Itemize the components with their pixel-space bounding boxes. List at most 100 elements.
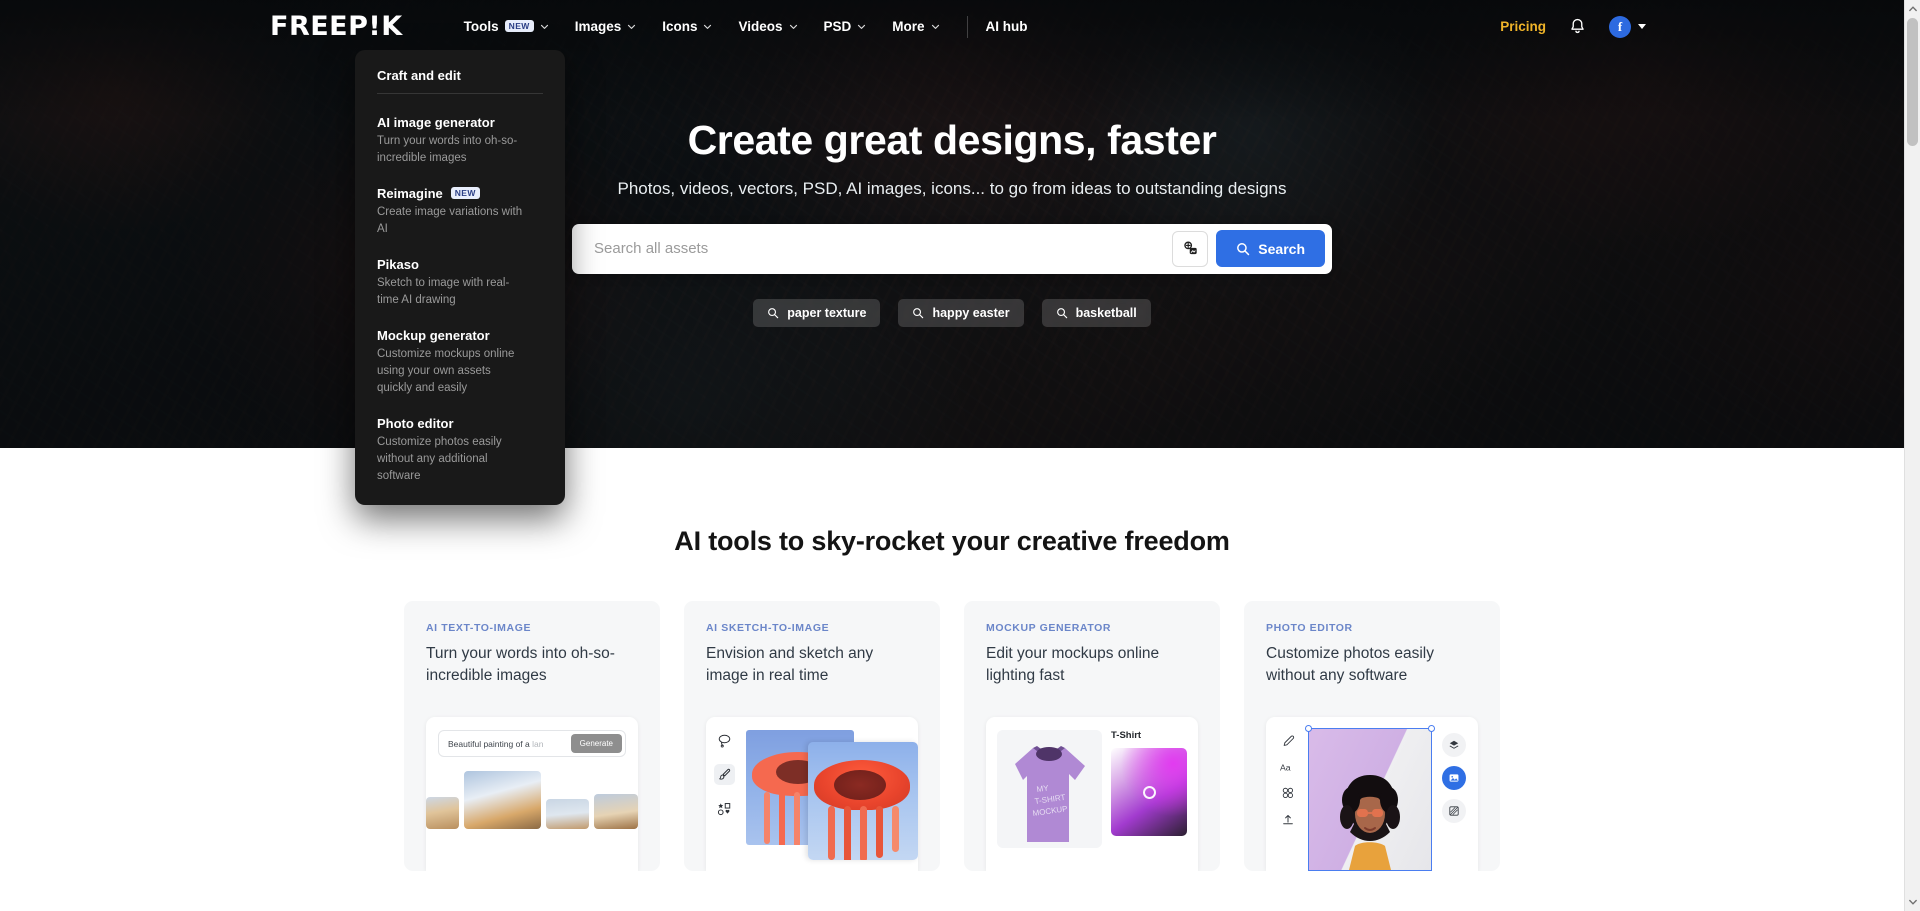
dropdown-item-mockup-generator[interactable]: Mockup generator Customize mockups onlin…	[355, 319, 565, 407]
tool-cards: AI TEXT-TO-IMAGE Turn your words into oh…	[0, 601, 1904, 871]
nav-item-psd[interactable]: PSD	[811, 11, 880, 42]
nav-item-ai-hub[interactable]: AI hub	[982, 11, 1032, 42]
scrollbar-thumb[interactable]	[1907, 18, 1918, 146]
dropdown-item-desc: Create image variations with AI	[377, 206, 523, 235]
layers-icon	[1449, 740, 1459, 749]
sticker-icon	[1282, 787, 1294, 799]
chevron-down-icon	[858, 24, 866, 29]
chip-happy-easter[interactable]: happy easter	[898, 298, 1024, 327]
prompt-text: Beautiful painting of a	[448, 738, 533, 749]
chip-label: basketball	[1075, 305, 1137, 320]
nav-item-videos[interactable]: Videos	[725, 11, 810, 42]
pencil-icon	[1283, 735, 1295, 746]
tshirt-illustration: MY T-SHIRT MOCKUP	[1015, 746, 1085, 842]
editor-canvas	[1305, 725, 1435, 871]
card-title: Turn your words into oh-so-incredible im…	[426, 645, 615, 684]
nav-links: Tools NEW Images Icons Videos PSD More A…	[451, 11, 1032, 42]
resize-handle[interactable]	[1428, 725, 1435, 732]
resize-handle[interactable]	[1305, 725, 1312, 732]
page-scrollbar[interactable]	[1904, 0, 1920, 911]
color-handle	[1142, 785, 1156, 799]
search-input[interactable]	[572, 240, 1173, 258]
search-button[interactable]: Search	[1216, 230, 1325, 268]
image-button[interactable]	[1442, 766, 1466, 790]
preview-thumbnails	[426, 771, 638, 829]
card-ai-sketch-to-image[interactable]: AI SKETCH-TO-IMAGE Envision and sketch a…	[684, 601, 940, 871]
nav-item-label: Images	[574, 19, 622, 34]
search-icon	[1237, 242, 1250, 256]
dropdown-item-reimagine[interactable]: Reimagine NEW Create image variations wi…	[355, 177, 565, 248]
nav-item-tools[interactable]: Tools NEW	[451, 11, 562, 42]
dropdown-item-desc: Customize mockups online using your own …	[377, 348, 515, 394]
image-search-button[interactable]	[1172, 230, 1209, 267]
brush-icon	[713, 764, 735, 785]
nav-item-label: Tools	[463, 19, 499, 34]
card-kicker: PHOTO EDITOR	[1266, 622, 1353, 634]
bell-icon[interactable]	[1568, 17, 1587, 36]
chevron-down-icon	[931, 24, 939, 29]
chevron-down-icon	[540, 24, 548, 29]
card-preview-image: MY T-SHIRT MOCKUP T-Shirt	[986, 717, 1198, 871]
nav-item-label: Videos	[738, 19, 783, 34]
chip-label: paper texture	[787, 305, 867, 320]
pattern-icon	[1449, 806, 1459, 816]
dropdown-item-desc: Turn your words into oh-so-incredible im…	[377, 135, 518, 164]
thumbnail	[593, 794, 638, 829]
image-icon	[1449, 774, 1459, 782]
card-preview-image	[706, 717, 918, 871]
chip-label: happy easter	[932, 305, 1010, 320]
image-search-icon	[1184, 241, 1197, 255]
nav-item-icons[interactable]: Icons	[649, 11, 725, 42]
hero-subtitle: Photos, videos, vectors, PSD, AI images,…	[617, 178, 1287, 198]
nav-item-label: Icons	[662, 19, 698, 34]
card-mockup-generator[interactable]: MOCKUP GENERATOR Edit your mockups onlin…	[964, 601, 1220, 871]
preview-canvas	[742, 717, 918, 871]
dropdown-item-photo-editor[interactable]: Photo editor Customize photos easily wit…	[355, 407, 565, 495]
dropdown-section-title: Craft and edit	[377, 68, 461, 83]
dropdown-item-pikaso[interactable]: Pikaso Sketch to image with real-time AI…	[355, 248, 565, 319]
pricing-link[interactable]: Pricing	[1500, 19, 1546, 34]
search-icon	[768, 308, 779, 319]
nav-item-label: PSD	[823, 19, 852, 34]
dropdown-item-ai-image-generator[interactable]: AI image generator Turn your words into …	[355, 106, 565, 177]
editor-right-toolbar	[1439, 728, 1469, 871]
generated-artwork	[808, 742, 918, 860]
text-icon: Aa	[1280, 762, 1291, 772]
freepik-homepage: FREEP!K Tools NEW Images Icons Videos PS…	[0, 0, 1920, 911]
tshirt-mockup: MY T-SHIRT MOCKUP	[997, 730, 1102, 848]
card-ai-text-to-image[interactable]: AI TEXT-TO-IMAGE Turn your words into oh…	[404, 601, 660, 871]
card-title: Edit your mockups online lighting fast	[986, 645, 1160, 684]
chip-basketball[interactable]: basketball	[1041, 298, 1151, 327]
new-badge: NEW	[450, 186, 480, 199]
card-preview-image: Aa	[1266, 717, 1478, 871]
preview-toolbar	[706, 717, 742, 871]
thumbnail	[463, 771, 542, 829]
dropdown-item-title: Photo editor	[377, 416, 454, 431]
pattern-button[interactable]	[1442, 799, 1466, 823]
dropdown-item-desc: Sketch to image with real-time AI drawin…	[377, 277, 510, 306]
dropdown-item-title: Reimagine	[377, 186, 443, 201]
avatar: f	[1609, 15, 1631, 38]
hero-title: Create great designs, faster	[687, 117, 1217, 163]
nav-item-more[interactable]: More	[879, 11, 952, 42]
card-photo-editor[interactable]: PHOTO EDITOR Customize photos easily wit…	[1244, 601, 1500, 871]
freepik-logo[interactable]: FREEP!K	[270, 11, 403, 42]
portrait-photo	[1340, 775, 1400, 870]
chip-paper-texture[interactable]: paper texture	[753, 298, 881, 327]
chevron-down-icon	[789, 24, 797, 29]
layers-button[interactable]	[1442, 733, 1466, 757]
svg-text:Aa: Aa	[1280, 762, 1291, 772]
dropdown-item-desc: Customize photos easily without any addi…	[377, 436, 502, 482]
main-navbar: FREEP!K Tools NEW Images Icons Videos PS…	[0, 0, 1904, 53]
dropdown-item-title: Pikaso	[377, 257, 419, 272]
preview-prompt-bar: Beautiful painting of a lan Generate	[438, 730, 626, 757]
preview-generate-button: Generate	[570, 734, 622, 753]
account-menu[interactable]: f	[1609, 15, 1646, 38]
card-preview-image: Beautiful painting of a lan Generate	[426, 717, 638, 871]
scroll-up-arrow[interactable]	[1908, 4, 1918, 14]
scroll-down-arrow[interactable]	[1908, 897, 1918, 907]
nav-item-images[interactable]: Images	[562, 11, 650, 42]
card-kicker: AI SKETCH-TO-IMAGE	[706, 622, 830, 634]
preview-prompt-text: Beautiful painting of a lan	[448, 739, 571, 749]
nav-divider	[966, 15, 968, 38]
